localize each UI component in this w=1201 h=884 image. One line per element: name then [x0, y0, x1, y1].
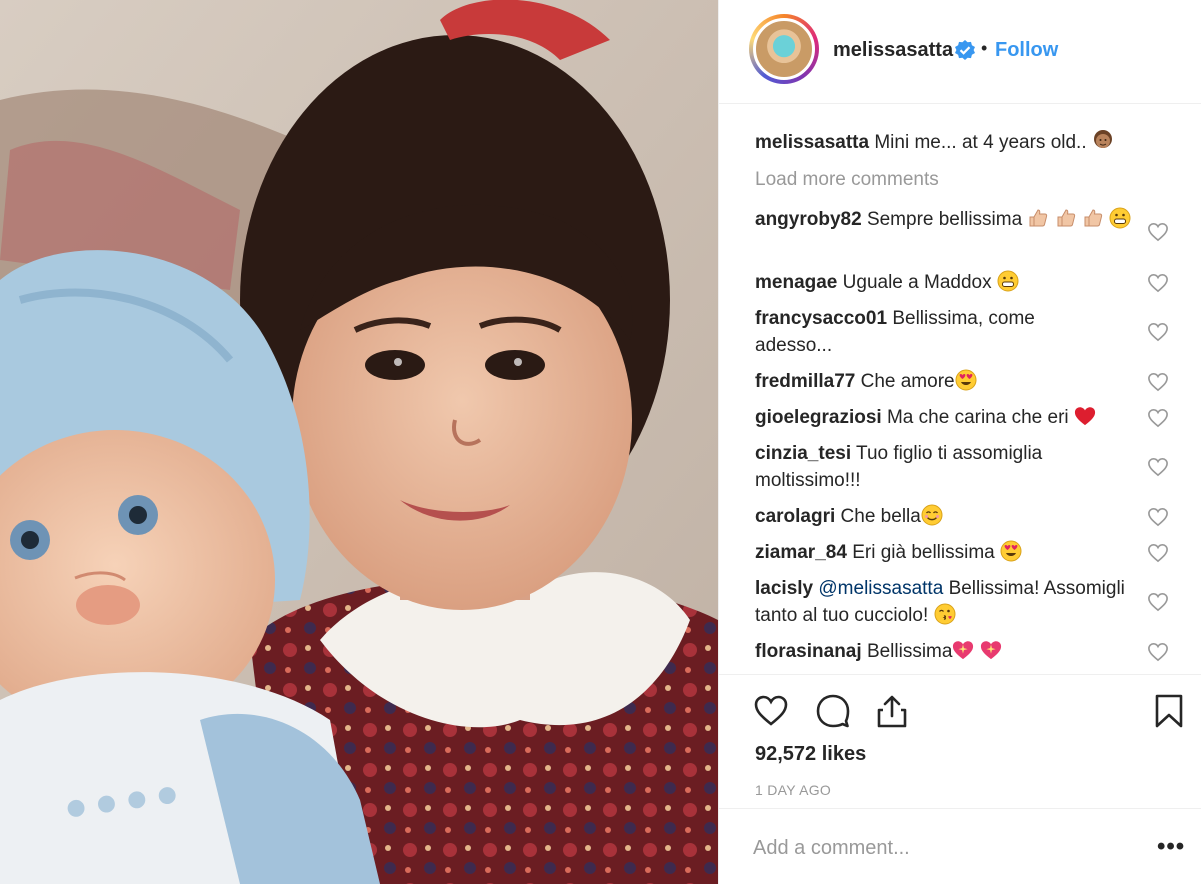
face-blowing-kiss-emoji-icon [934, 603, 955, 625]
post-header: melissasatta • Follow [719, 0, 1201, 104]
load-more-comments-link[interactable]: Load more comments [755, 169, 939, 191]
comment-text: Che bella [840, 506, 921, 527]
like-comment-heart-icon[interactable] [1147, 273, 1169, 293]
heart-eyes-emoji-icon [1000, 540, 1022, 562]
thumbs-up-emoji-icon [1057, 209, 1075, 227]
comment-item: gioelegraziosi Ma che carina che eri [755, 404, 1145, 431]
verified-badge-icon [955, 40, 975, 60]
comment-username[interactable]: ziamar_84 [755, 542, 847, 563]
comment-item: menagae Uguale a Maddox [755, 269, 1135, 296]
grinning-emoji-icon [997, 270, 1019, 292]
header-username[interactable]: melissasatta [833, 39, 953, 62]
comment-item: ziamar_84 Eri già bellissima [755, 539, 1135, 566]
comment-username[interactable]: carolagri [755, 506, 835, 527]
comment-username[interactable]: angyroby82 [755, 209, 862, 230]
comment-username[interactable]: gioelegraziosi [755, 407, 882, 428]
share-icon[interactable] [874, 693, 910, 729]
comments-list[interactable]: melissasatta Mini me... at 4 years old..… [755, 104, 1168, 674]
caption-text: Mini me... at 4 years old.. [874, 132, 1087, 153]
post-side-panel: melissasatta • Follow melissasatta Mini … [718, 0, 1201, 884]
comment-item: francysacco01 Bellissima, come adesso... [755, 305, 1095, 359]
comment-item: cinzia_tesi Tuo figlio ti assomiglia mol… [755, 440, 1095, 494]
comment-username[interactable]: menagae [755, 272, 837, 293]
comment-item: carolagri Che bella [755, 503, 1135, 530]
like-comment-heart-icon[interactable] [1147, 457, 1169, 477]
comment-mention[interactable]: @melissasatta [818, 578, 943, 599]
comment-username[interactable]: lacisly [755, 578, 813, 599]
smiling-face-emoji-icon [921, 504, 943, 526]
grinning-emoji-icon [1109, 207, 1131, 229]
like-comment-heart-icon[interactable] [1147, 507, 1169, 527]
comment-item: lacisly @melissasatta Bellissima! Assomi… [755, 575, 1125, 629]
girl-emoji-icon [1093, 130, 1112, 148]
comment-text: Ma che carina che eri [886, 407, 1069, 428]
comment-username[interactable]: fredmilla77 [755, 371, 855, 392]
comment-username[interactable]: florasinanaj [755, 641, 862, 662]
like-comment-heart-icon[interactable] [1147, 642, 1169, 662]
post-photo[interactable]: •••• [0, 0, 718, 884]
comment-bubble-icon[interactable] [815, 693, 851, 729]
more-options-icon[interactable]: ••• [1157, 835, 1185, 859]
follow-button[interactable]: Follow [995, 39, 1058, 62]
red-heart-emoji-icon [1074, 407, 1096, 426]
like-comment-heart-icon[interactable] [1147, 543, 1169, 563]
comment-item: angyroby82 Sempre bellissima [755, 206, 1135, 233]
post-actions: 92,572 likes 1 DAY AGO [719, 674, 1201, 804]
thumbs-up-emoji-icon [1029, 209, 1048, 227]
post-caption: melissasatta Mini me... at 4 years old.. [755, 130, 1155, 156]
like-comment-heart-icon[interactable] [1147, 592, 1169, 612]
caption-username[interactable]: melissasatta [755, 132, 869, 153]
like-comment-heart-icon[interactable] [1147, 372, 1169, 392]
sparkling-heart-emoji-icon [980, 641, 1001, 660]
like-comment-heart-icon[interactable] [1147, 408, 1169, 428]
thumbs-up-emoji-icon [1084, 209, 1103, 227]
photo-girl-with-doll: •••• [0, 0, 718, 884]
like-comment-heart-icon[interactable] [1147, 222, 1169, 242]
comment-text: Sempre bellissima [866, 209, 1023, 230]
comment-text: Che amore [860, 371, 955, 392]
comment-text: Bellissima [866, 641, 953, 662]
sparkling-heart-emoji-icon [953, 641, 974, 660]
heart-eyes-emoji-icon [955, 369, 977, 391]
bookmark-save-icon[interactable] [1151, 693, 1187, 729]
comment-username[interactable]: francysacco01 [755, 308, 887, 329]
comment-item: fredmilla77 Che amore [755, 368, 1135, 395]
comment-text: Uguale a Maddox [842, 272, 992, 293]
avatar[interactable] [753, 18, 815, 80]
like-heart-icon[interactable] [753, 693, 789, 729]
likes-count[interactable]: 92,572 likes [755, 743, 866, 766]
post-timestamp[interactable]: 1 DAY AGO [755, 782, 831, 798]
story-ring[interactable] [749, 14, 819, 84]
comment-username[interactable]: cinzia_tesi [755, 443, 851, 464]
like-comment-heart-icon[interactable] [1147, 322, 1169, 342]
comment-text: Eri già bellissima [852, 542, 995, 563]
comment-item: florasinanaj Bellissima [755, 638, 1135, 665]
add-comment-bar: ••• [719, 808, 1201, 884]
header-separator: • [981, 38, 988, 58]
add-comment-input[interactable] [753, 837, 1133, 860]
